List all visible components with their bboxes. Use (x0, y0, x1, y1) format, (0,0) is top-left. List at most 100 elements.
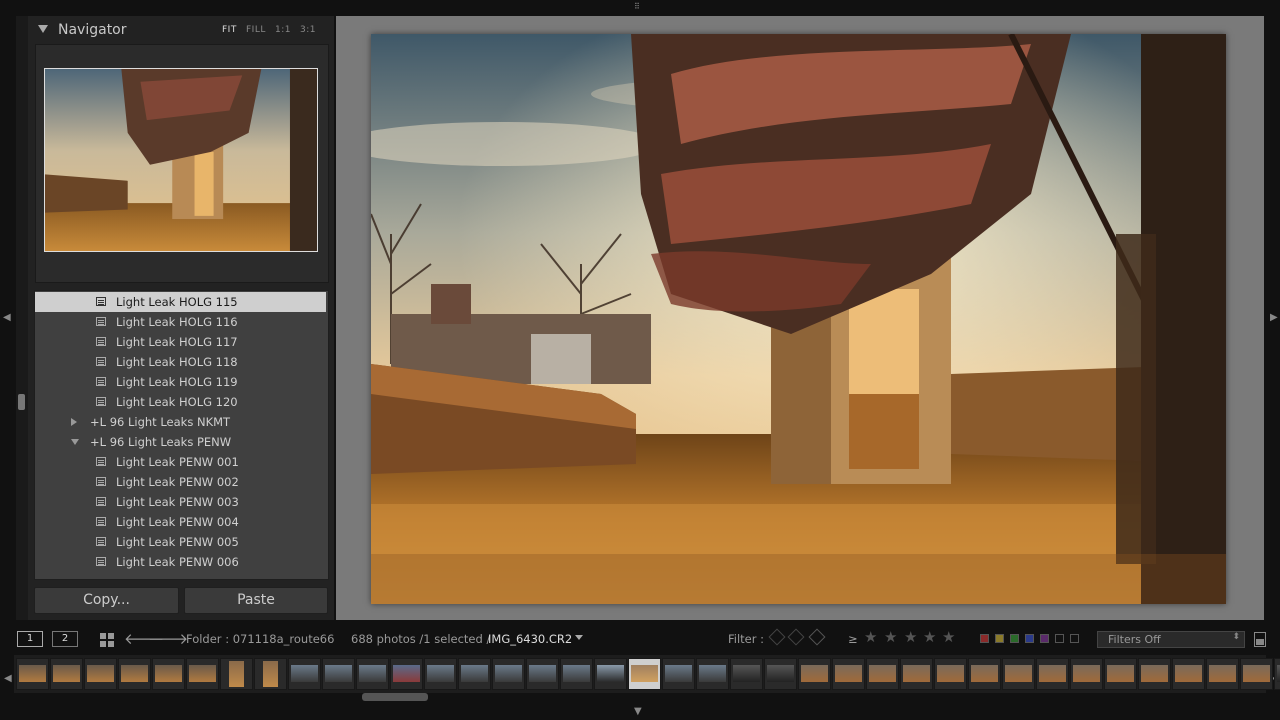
filmstrip-thumbnail[interactable] (866, 658, 899, 690)
main-photo[interactable] (371, 34, 1226, 604)
preset-icon (96, 377, 106, 386)
filename-dropdown-icon[interactable] (575, 635, 583, 640)
star-icon[interactable]: ★ (904, 628, 917, 646)
navigator-thumbnail[interactable] (44, 68, 318, 252)
star-icon[interactable]: ★ (942, 628, 955, 646)
star-icon[interactable]: ★ (884, 628, 897, 646)
filmstrip-left-arrow-icon[interactable]: ◀ (4, 674, 12, 684)
zoom-3-1-button[interactable]: 3:1 (300, 25, 316, 35)
preset-item[interactable]: Light Leak PENW 006 (35, 552, 326, 572)
filmstrip-thumbnail[interactable] (118, 658, 151, 690)
paste-settings-button[interactable]: Paste (184, 587, 328, 614)
preset-label: Light Leak PENW 005 (116, 535, 239, 549)
filmstrip-thumbnail[interactable] (1172, 658, 1205, 690)
filmstrip-thumbnail[interactable] (1138, 658, 1171, 690)
filter-lock-icon[interactable] (1254, 632, 1266, 647)
grid-view-icon[interactable] (100, 632, 114, 647)
filmstrip-thumbnail[interactable] (16, 658, 49, 690)
next-arrow-icon[interactable]: 🡒 (148, 629, 188, 648)
filmstrip-thumbnail[interactable] (356, 658, 389, 690)
filmstrip-thumbnail[interactable] (1002, 658, 1035, 690)
secondary-window-button[interactable]: 2 (52, 631, 78, 647)
filmstrip-thumbnail[interactable] (968, 658, 1001, 690)
filmstrip-thumbnail[interactable] (1070, 658, 1103, 690)
filmstrip-thumbnail[interactable] (730, 658, 763, 690)
filmstrip-thumbnail[interactable] (560, 658, 593, 690)
filmstrip-thumbnail[interactable] (526, 658, 559, 690)
preset-item[interactable]: Light Leak HOLG 118 (35, 352, 326, 372)
filmstrip-thumbnail[interactable] (492, 658, 525, 690)
filmstrip-thumbnail[interactable] (1036, 658, 1069, 690)
preset-item[interactable]: Light Leak PENW 005 (35, 532, 326, 552)
preset-item[interactable]: Light Leak HOLG 119 (35, 372, 326, 392)
preset-item[interactable]: Light Leak HOLG 117 (35, 332, 326, 352)
filmstrip-thumbnail[interactable] (288, 658, 321, 690)
star-icon[interactable]: ★ (923, 628, 936, 646)
filmstrip-thumbnail[interactable] (458, 658, 491, 690)
left-panel-toggle-icon[interactable]: ◀ (3, 313, 11, 323)
preset-item[interactable]: Light Leak PENW 003 (35, 492, 326, 512)
filmstrip-thumbnail[interactable] (934, 658, 967, 690)
top-panel-toggle-icon[interactable]: ⠿ (634, 2, 640, 12)
color-label-green[interactable] (1010, 634, 1019, 643)
preset-icon (96, 457, 106, 466)
preset-item[interactable]: Light Leak HOLG 116 (35, 312, 326, 332)
filmstrip-thumbnail[interactable] (1274, 658, 1280, 690)
zoom-1-1-button[interactable]: 1:1 (275, 25, 291, 35)
preset-item[interactable]: Light Leak HOLG 120 (35, 392, 326, 412)
thumbnail-image (835, 665, 862, 682)
filmstrip-thumbnail[interactable] (798, 658, 831, 690)
filmstrip-thumbnail[interactable] (696, 658, 729, 690)
filmstrip-thumbnail[interactable] (152, 658, 185, 690)
filmstrip-thumbnail[interactable] (900, 658, 933, 690)
color-label-blue[interactable] (1025, 634, 1034, 643)
preset-item[interactable]: Light Leak PENW 001 (35, 452, 326, 472)
disclosure-open-icon[interactable] (71, 439, 79, 445)
collapse-triangle-icon[interactable] (38, 25, 48, 33)
color-label-other[interactable] (1055, 634, 1064, 643)
filmstrip-thumbnail[interactable] (84, 658, 117, 690)
star-icon[interactable]: ★ (864, 628, 877, 646)
color-label-red[interactable] (980, 634, 989, 643)
thumbnail-image (1141, 665, 1168, 682)
filter-preset-select[interactable]: Filters Off ⬍ (1097, 631, 1245, 648)
filmstrip-thumbnail[interactable] (1104, 658, 1137, 690)
preset-folder[interactable]: +L 96 Light Leaks NKMT (35, 412, 326, 432)
thumbnail-image (563, 665, 590, 682)
zoom-fit-button[interactable]: FIT (222, 25, 237, 35)
filmstrip-thumbnail[interactable] (832, 658, 865, 690)
preset-item[interactable]: Light Leak PENW 004 (35, 512, 326, 532)
color-label-purple[interactable] (1040, 634, 1049, 643)
preset-folder[interactable]: +L 96 Light Leaks PENW (35, 432, 326, 452)
filmstrip-thumbnail[interactable] (186, 658, 219, 690)
filmstrip-thumbnail[interactable] (1240, 658, 1273, 690)
left-panel-scrollbar[interactable] (16, 16, 28, 620)
disclosure-closed-icon[interactable] (71, 418, 77, 426)
folder-source-label[interactable]: Folder : 071118a_route66 (186, 632, 334, 646)
zoom-fill-button[interactable]: FILL (246, 25, 266, 35)
color-label-none[interactable] (1070, 634, 1079, 643)
filmstrip-thumbnail[interactable] (322, 658, 355, 690)
filmstrip-thumbnail[interactable] (220, 658, 253, 690)
primary-window-button[interactable]: 1 (17, 631, 43, 647)
filmstrip-thumbnail[interactable] (594, 658, 627, 690)
filmstrip-thumbnail[interactable] (50, 658, 83, 690)
selected-filename[interactable]: IMG_6430.CR2 (488, 632, 572, 646)
left-panel-scroll-thumb[interactable] (18, 394, 25, 410)
filmstrip-thumbnail[interactable] (628, 658, 661, 690)
right-panel-toggle-icon[interactable]: ▶ (1270, 313, 1278, 323)
filmstrip-thumbnail[interactable] (424, 658, 457, 690)
filmstrip-thumbnail[interactable] (1206, 658, 1239, 690)
thumbnail-image (767, 665, 794, 682)
filmstrip-scrollbar-thumb[interactable] (362, 693, 428, 701)
filmstrip-thumbnail[interactable] (254, 658, 287, 690)
color-label-yellow[interactable] (995, 634, 1004, 643)
preset-item[interactable]: Light Leak HOLG 115 (35, 292, 326, 312)
filmstrip-thumbnail[interactable] (662, 658, 695, 690)
copy-settings-button[interactable]: Copy... (34, 587, 179, 614)
bottom-panel-toggle-icon[interactable]: ▼ (634, 707, 642, 717)
filmstrip-thumbnail[interactable] (764, 658, 797, 690)
preset-item[interactable]: Light Leak PENW 002 (35, 472, 326, 492)
filmstrip-thumbnail[interactable] (390, 658, 423, 690)
rating-operator[interactable]: ≥ (848, 632, 858, 646)
